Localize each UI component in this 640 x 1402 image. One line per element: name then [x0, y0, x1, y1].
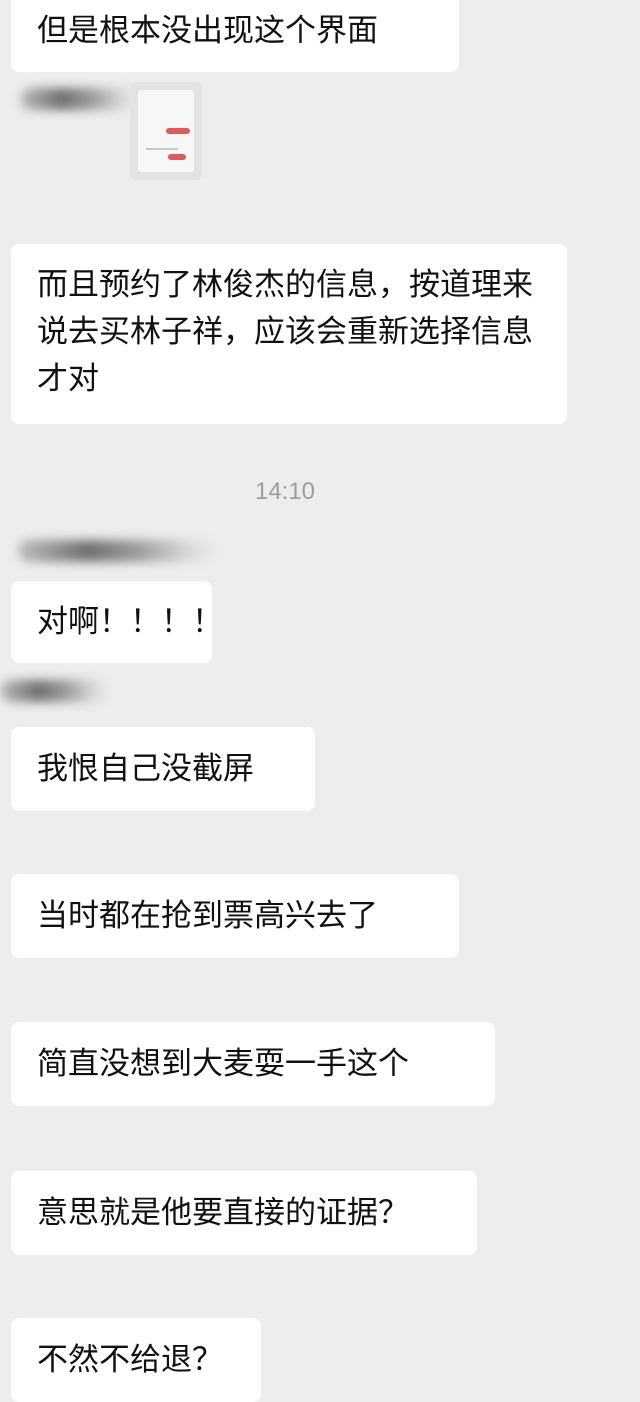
message-bubble[interactable]: 不然不给退？: [11, 1318, 261, 1402]
message-text: 对啊！！！！: [37, 603, 223, 640]
message-bubble[interactable]: 意思就是他要直接的证据？: [11, 1171, 477, 1255]
message-text: 不然不给退？: [37, 1341, 223, 1378]
message-bubble[interactable]: 我恨自己没截屏: [11, 727, 315, 811]
thumbnail-bubble: [166, 128, 190, 134]
sender-name-blurred: [18, 540, 218, 562]
message-text: 简直没想到大麦耍一手这个: [37, 1045, 409, 1082]
message-text: 而且预约了林俊杰的信息，按道理来说去买林子祥，应该会重新选择信息才对: [37, 267, 533, 397]
message-bubble[interactable]: 对啊！！！！: [11, 581, 223, 663]
thumbnail-content: [138, 90, 194, 172]
message-bubble[interactable]: 简直没想到大麦耍一手这个: [11, 1022, 495, 1106]
message-text: 但是根本没出现这个界面: [37, 12, 378, 49]
message-bubble[interactable]: 而且预约了林俊杰的信息，按道理来说去买林子祥，应该会重新选择信息才对: [11, 244, 567, 424]
message-text: 意思就是他要直接的证据？: [37, 1194, 409, 1231]
thumbnail-bubble: [168, 154, 186, 160]
sender-name-blurred: [20, 88, 140, 110]
message-text: 当时都在抢到票高兴去了: [37, 897, 378, 934]
message-text: 我恨自己没截屏: [37, 750, 254, 787]
chat-timestamp: 14:10: [254, 478, 316, 505]
screenshot-thumbnail[interactable]: [130, 82, 202, 180]
sender-name-blurred: [0, 680, 110, 702]
message-bubble[interactable]: 但是根本没出现这个界面: [11, 0, 459, 72]
thumbnail-line: [146, 148, 178, 150]
message-bubble[interactable]: 当时都在抢到票高兴去了: [11, 874, 459, 958]
